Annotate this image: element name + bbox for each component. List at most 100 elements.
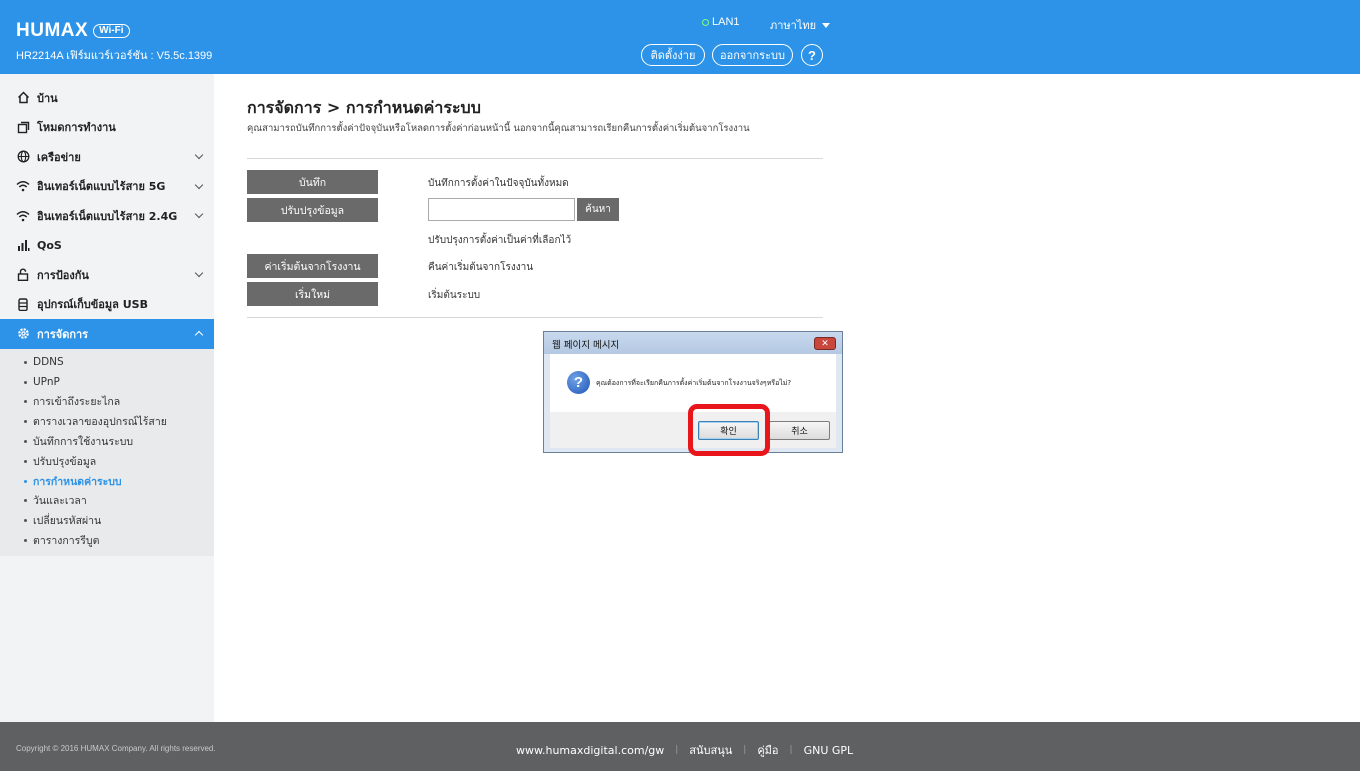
gear-icon	[16, 327, 30, 341]
wifi-icon	[16, 179, 30, 193]
sidebar-item-label: อุปกรณ์เก็บข้อมูล USB	[37, 298, 148, 312]
sidebar-item-label: การจัดการ	[37, 327, 89, 341]
wifi-badge: Wi-Fi	[93, 24, 130, 38]
submenu-item-ddns[interactable]: DDNS	[0, 353, 214, 373]
chevron-down-icon	[194, 209, 204, 219]
sidebar-item-label: อินเทอร์เน็ตแบบไร้สาย 2.4G	[37, 209, 178, 223]
submenu-item-change-password[interactable]: เปลี่ยนรหัสผ่าน	[0, 511, 214, 531]
logout-button[interactable]: ออกจากระบบ	[712, 44, 793, 66]
sidebar-item-label: การป้องกัน	[37, 268, 89, 282]
page-title: การจัดการ > การกำหนดค่าระบบ	[247, 98, 481, 117]
bullet-icon	[24, 539, 27, 543]
bullet-icon	[24, 400, 27, 404]
sidebar-item-usb-storage[interactable]: อุปกรณ์เก็บข้อมูล USB	[0, 290, 214, 320]
lock-icon	[16, 268, 30, 282]
submenu-item-label: DDNS	[33, 356, 64, 369]
sidebar-item-wireless-24g[interactable]: อินเทอร์เน็ตแบบไร้สาย 2.4G	[0, 201, 214, 231]
submenu-item-label: การเข้าถึงระยะไกล	[33, 396, 121, 409]
submenu-item-label: ปรับปรุงข้อมูล	[33, 455, 97, 468]
sidebar-item-qos[interactable]: QoS	[0, 231, 214, 261]
submenu-item-system-log[interactable]: บันทึกการใช้งานระบบ	[0, 432, 214, 452]
footer-link-support[interactable]: สนับสนุน	[689, 741, 732, 759]
divider-top	[247, 158, 823, 159]
footer-separator: |	[743, 745, 747, 755]
submenu-item-label: บันทึกการใช้งานระบบ	[33, 436, 134, 449]
footer-links: www.humaxdigital.com/gw | สนับสนุน | คู่…	[516, 741, 853, 759]
lan-status-label: LAN1	[712, 16, 740, 28]
sidebar-item-security[interactable]: การป้องกัน	[0, 260, 214, 290]
submenu-item-reboot-schedule[interactable]: ตารางการรีบูต	[0, 531, 214, 551]
sidebar-item-management[interactable]: การจัดการ	[0, 319, 214, 349]
submenu-item-label: เปลี่ยนรหัสผ่าน	[33, 515, 102, 528]
submenu-item-upnp[interactable]: UPnP	[0, 372, 214, 392]
footer: Copyright © 2016 HUMAX Company. All righ…	[0, 722, 1360, 771]
submenu-item-date-time[interactable]: วันและเวลา	[0, 491, 214, 511]
chevron-down-icon	[822, 22, 831, 28]
bullet-icon	[24, 360, 27, 364]
firmware-version: HR2214A เฟิร์มแวร์เวอร์ชัน : V5.5c.1399	[16, 50, 213, 62]
submenu-item-label: วันและเวลา	[33, 495, 87, 508]
highlight-annotation	[688, 404, 770, 456]
dialog-message: คุณต้องการที่จะเรียกคืนการตั้งค่าเริ่มต้…	[596, 379, 792, 387]
divider-bottom	[247, 317, 823, 318]
footer-separator: |	[675, 745, 679, 755]
sidebar-item-label: โหมดการทำงาน	[37, 121, 116, 135]
bullet-icon	[24, 519, 27, 523]
usb-icon	[16, 297, 30, 311]
sidebar-item-label: อินเทอร์เน็ตแบบไร้สาย 5G	[37, 180, 166, 194]
sidebar: บ้าน โหมดการทำงาน เครือข่าย อินเทอร์เน็ต…	[0, 74, 214, 722]
sidebar-item-label: บ้าน	[37, 91, 58, 105]
submenu-item-remote-access[interactable]: การเข้าถึงระยะไกล	[0, 392, 214, 412]
submenu-item-label: ตารางเวลาของอุปกรณ์ไร้สาย	[33, 416, 167, 429]
submenu-item-label: ตารางการรีบูต	[33, 535, 100, 548]
factory-reset-button[interactable]: ค่าเริ่มต้นจากโรงงาน	[247, 254, 378, 278]
bullet-icon	[24, 440, 27, 444]
globe-icon	[16, 150, 30, 164]
factory-reset-description: คืนค่าเริ่มต้นจากโรงงาน	[428, 262, 534, 273]
question-icon: ?	[567, 371, 590, 394]
save-description: บันทึกการตั้งค่าในปัจจุบันทั้งหมด	[428, 178, 569, 189]
close-icon[interactable]: ✕	[814, 337, 836, 350]
top-header: HUMAX Wi-Fi HR2214A เฟิร์มแวร์เวอร์ชัน :…	[0, 0, 1360, 74]
save-config-button[interactable]: บันทึก	[247, 170, 378, 194]
chevron-down-icon	[194, 180, 204, 189]
submenu-item-label: UPnP	[33, 376, 60, 389]
help-button[interactable]: ?	[801, 44, 823, 66]
restart-button[interactable]: เริ่มใหม่	[247, 282, 378, 306]
bullet-icon	[24, 499, 27, 503]
bullet-icon	[24, 420, 27, 424]
easy-setup-button[interactable]: ติดตั้งง่าย	[641, 44, 705, 66]
language-label: ภาษาไทย	[770, 19, 817, 32]
submenu-item-label: การกำหนดค่าระบบ	[33, 475, 122, 488]
browse-button[interactable]: ค้นหา	[577, 198, 619, 221]
copyright-text: Copyright © 2016 HUMAX Company. All righ…	[16, 744, 216, 753]
mode-icon	[16, 120, 30, 134]
footer-link-website[interactable]: www.humaxdigital.com/gw	[516, 744, 664, 757]
sidebar-item-operation-mode[interactable]: โหมดการทำงาน	[0, 113, 214, 143]
footer-link-gnu-gpl[interactable]: GNU GPL	[804, 744, 854, 757]
dialog-cancel-button[interactable]: 취소	[769, 421, 830, 440]
dialog-titlebar[interactable]: 웹 페이지 메시지 ✕	[544, 332, 842, 354]
bars-icon	[16, 238, 30, 252]
sidebar-item-label: QoS	[37, 238, 62, 252]
lan-status-icon	[702, 18, 709, 26]
config-file-input[interactable]	[428, 198, 575, 221]
sidebar-item-label: เครือข่าย	[37, 150, 81, 164]
logo-text: HUMAX	[16, 20, 89, 41]
sidebar-item-home[interactable]: บ้าน	[0, 83, 214, 113]
humax-logo[interactable]: HUMAX Wi-Fi	[16, 20, 130, 42]
restart-description: เริ่มต้นระบบ	[428, 290, 481, 301]
sidebar-item-network[interactable]: เครือข่าย	[0, 142, 214, 172]
dialog-body: ? คุณต้องการที่จะเรียกคืนการตั้งค่าเริ่ม…	[550, 354, 836, 412]
sidebar-item-wireless-5g[interactable]: อินเทอร์เน็ตแบบไร้สาย 5G	[0, 172, 214, 202]
update-config-button[interactable]: ปรับปรุงข้อมูล	[247, 198, 378, 222]
language-selector[interactable]: ภาษาไทย	[770, 16, 831, 34]
chevron-down-icon	[194, 268, 204, 278]
submenu-item-wireless-schedule[interactable]: ตารางเวลาของอุปกรณ์ไร้สาย	[0, 412, 214, 432]
footer-link-manual[interactable]: คู่มือ	[757, 741, 778, 759]
page-description: คุณสามารถบันทึกการตั้งค่าปัจจุบันหรือโหล…	[247, 123, 750, 134]
submenu-item-firmware-update[interactable]: ปรับปรุงข้อมูล	[0, 451, 214, 471]
bullet-icon	[24, 380, 27, 384]
submenu-item-system-config[interactable]: การกำหนดค่าระบบ	[0, 471, 214, 491]
chevron-up-icon	[194, 330, 204, 340]
